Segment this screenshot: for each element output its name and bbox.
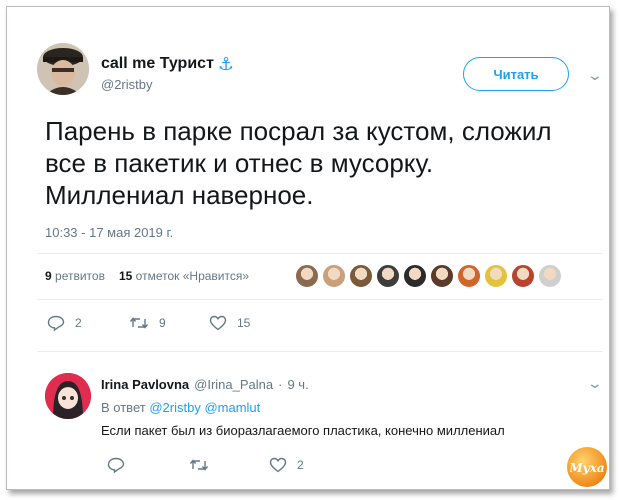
reply-button[interactable]: 2: [47, 315, 129, 331]
reply-icon: [47, 315, 65, 331]
anchor-icon: ⚓: [217, 54, 235, 74]
reply-header: Irina Pavlovna @Irina_Palna · 9 ч.: [101, 377, 309, 392]
reply-author-avatar[interactable]: [45, 373, 91, 419]
chevron-down-icon[interactable]: ⌄: [587, 67, 603, 84]
reply-time[interactable]: 9 ч.: [287, 377, 308, 392]
mention-link[interactable]: @mamlut: [204, 400, 260, 415]
reply-actions: 2: [107, 457, 304, 473]
liker-avatar[interactable]: [295, 264, 319, 288]
liker-avatars: [295, 264, 562, 288]
liker-avatar[interactable]: [538, 264, 562, 288]
retweets-stat[interactable]: 9 ретвитов: [45, 269, 105, 283]
likes-stat[interactable]: 15 отметок «Нравится»: [119, 269, 249, 283]
author-avatar[interactable]: [37, 43, 89, 95]
author-name-text: call me Турист: [101, 55, 214, 72]
retweet-button[interactable]: 9: [129, 315, 209, 331]
reply-dot: ·: [278, 377, 283, 392]
tweet-stats: 9 ретвитов 15 отметок «Нравится»: [45, 269, 249, 283]
like-button[interactable]: 15: [209, 315, 250, 331]
liker-avatar[interactable]: [376, 264, 400, 288]
tweet-card: call me Турист ⚓ @2ristby Читать ⌄ Парен…: [6, 6, 610, 490]
retweet-button[interactable]: [189, 457, 269, 473]
tweet-timestamp[interactable]: 10:33 - 17 мая 2019 г.: [45, 225, 173, 240]
svg-text:Муха: Муха: [570, 461, 604, 475]
tweet-actions: 2 9 15: [47, 315, 250, 331]
like-count: 15: [237, 316, 251, 330]
reply-to-line: В ответ @2ristby @mamlut: [101, 400, 260, 415]
reply-icon: [107, 457, 125, 473]
reply-to-prefix: В ответ: [101, 400, 146, 415]
reply-text: Если пакет был из биоразлагаемого пласти…: [101, 423, 505, 438]
liker-avatar[interactable]: [403, 264, 427, 288]
chevron-down-icon[interactable]: ⌄: [587, 375, 603, 392]
retweet-count: 9: [159, 316, 166, 330]
liker-avatar[interactable]: [511, 264, 535, 288]
mention-link[interactable]: @2ristby: [149, 400, 201, 415]
liker-avatar[interactable]: [430, 264, 454, 288]
divider: [37, 351, 603, 352]
tweet-text: Парень в парке посрал за кустом, сложил …: [45, 116, 552, 210]
reply-button[interactable]: [107, 457, 189, 473]
liker-avatar[interactable]: [484, 264, 508, 288]
divider: [37, 299, 603, 300]
liker-avatar[interactable]: [349, 264, 373, 288]
watermark-logo: Муха: [567, 447, 607, 487]
author-name[interactable]: call me Турист ⚓: [101, 55, 234, 73]
like-button[interactable]: 2: [269, 457, 304, 473]
like-count: 2: [297, 458, 304, 472]
heart-icon: [269, 457, 287, 473]
liker-avatar[interactable]: [322, 264, 346, 288]
divider: [37, 253, 603, 254]
reply-author-handle[interactable]: @Irina_Palna: [194, 377, 273, 392]
heart-icon: [209, 315, 227, 331]
retweet-icon: [129, 317, 149, 329]
follow-button[interactable]: Читать: [463, 57, 569, 91]
author-handle[interactable]: @2ristby: [101, 77, 153, 92]
liker-avatar[interactable]: [457, 264, 481, 288]
reply-count: 2: [75, 316, 82, 330]
retweet-icon: [189, 459, 209, 471]
reply-author-name[interactable]: Irina Pavlovna: [101, 377, 189, 392]
